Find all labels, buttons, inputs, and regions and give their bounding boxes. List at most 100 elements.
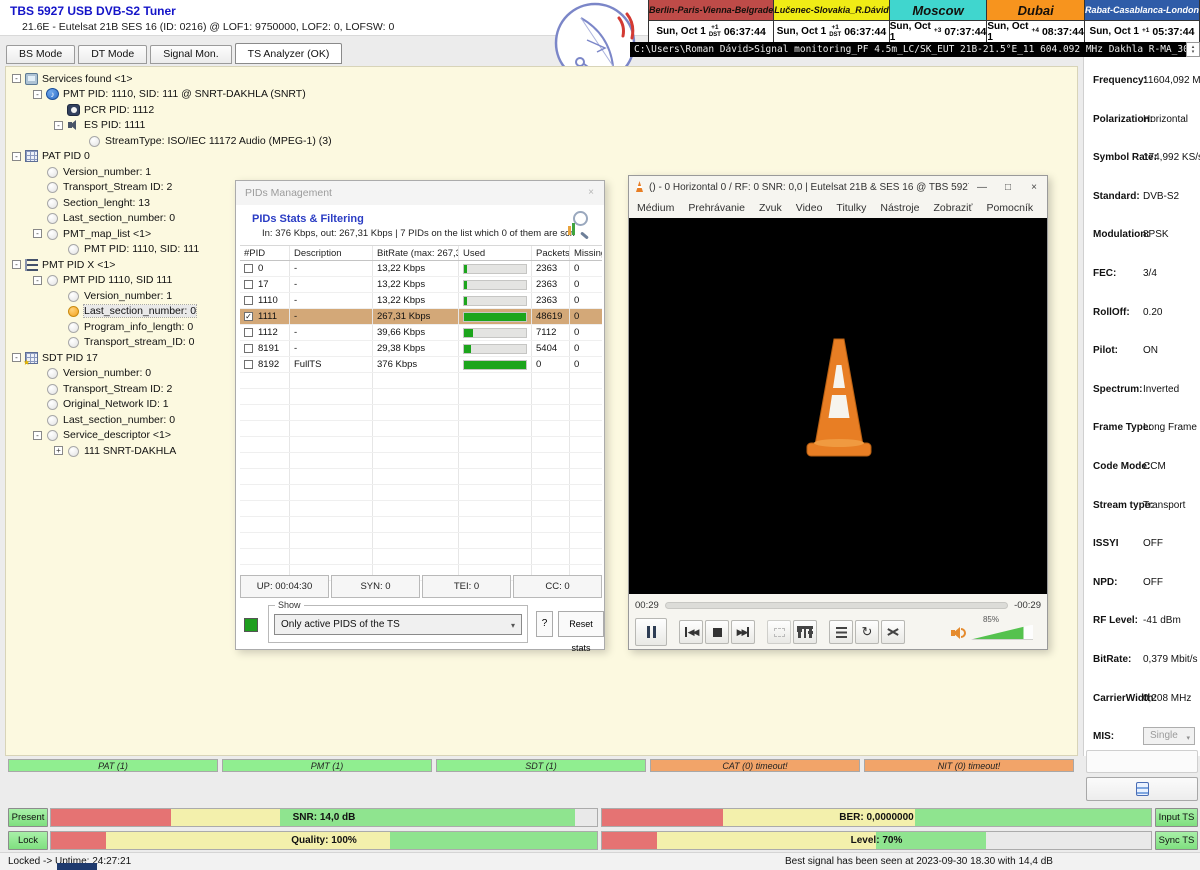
column-header-missing[interactable]: Missing [570, 246, 602, 260]
seek-slider[interactable] [665, 602, 1008, 609]
tree-item-label: Transport_Stream ID: 2 [63, 383, 172, 395]
pid-row[interactable]: 1112-39,66 Kbps71120 [240, 325, 602, 341]
tab-signal-mon[interactable]: Signal Mon. [150, 45, 231, 64]
tab-dt-mode[interactable]: DT Mode [78, 45, 147, 64]
expander-icon[interactable]: + [54, 446, 63, 455]
record-ts-button[interactable] [1086, 777, 1198, 801]
previous-button[interactable]: ◀◀ [679, 620, 703, 644]
expander-icon[interactable]: - [33, 90, 42, 99]
tree-item[interactable]: -Services found <1> [12, 71, 332, 87]
empty-cell [373, 389, 459, 404]
menu-zvuk[interactable]: Zvuk [759, 202, 782, 214]
tree-item[interactable]: PCR PID: 1112 [12, 102, 332, 118]
menu-titulky[interactable]: Titulky [836, 202, 866, 214]
terminal-scrollbar[interactable]: ▴▾ [1186, 42, 1200, 57]
pid-row-empty [240, 389, 602, 405]
vlc-video-area[interactable] [629, 218, 1047, 594]
param-label: MIS: [1093, 731, 1114, 742]
checkbox-checked-icon[interactable]: ✓ [244, 312, 253, 321]
empty-cell [459, 485, 532, 500]
menu-pomocn-k[interactable]: Pomocník [986, 202, 1033, 214]
psi-bar-nit: NIT (0) timeout! [864, 759, 1074, 772]
command-prompt[interactable]: C:\Users\Roman Dávid>Signal monitoring_P… [630, 42, 1186, 57]
close-icon[interactable]: × [1021, 182, 1047, 193]
expander-icon[interactable]: - [12, 353, 21, 362]
menu-n-stroje[interactable]: Nástroje [880, 202, 919, 214]
maximize-icon[interactable]: □ [995, 182, 1021, 193]
empty-cell [570, 453, 602, 468]
tree-item[interactable]: -ES PID: 1111 [12, 118, 332, 134]
menu-zobrazi[interactable]: Zobraziť [933, 202, 972, 214]
column-header-description[interactable]: Description [290, 246, 373, 260]
search-icon[interactable] [564, 211, 590, 239]
pids-window-title[interactable]: PIDs Management [236, 181, 604, 205]
next-button[interactable]: ▶▶ [731, 620, 755, 644]
audio-icon: ♪ [46, 88, 59, 100]
expander-icon[interactable]: - [12, 152, 21, 161]
tab-bs-mode[interactable]: BS Mode [6, 45, 75, 64]
column-header-pid[interactable]: #PID [240, 246, 290, 260]
present-button[interactable]: Present [8, 808, 48, 827]
pid-row[interactable]: 17-13,22 Kbps23630 [240, 277, 602, 293]
signal-bar-label: BER: 0,0000000 [602, 812, 1151, 823]
loop-button[interactable]: ↻ [855, 620, 879, 644]
expander-icon[interactable]: - [12, 260, 21, 269]
tab-ts-analyzer-ok[interactable]: TS Analyzer (OK) [235, 43, 343, 64]
sync-ts-button[interactable]: Sync TS [1155, 831, 1198, 850]
pid-row[interactable]: 0-13,22 Kbps23630 [240, 261, 602, 277]
column-header-used[interactable]: Used [459, 246, 532, 260]
volume-control[interactable]: 85% [951, 625, 1047, 640]
checkbox-icon[interactable] [244, 280, 253, 289]
pid-row[interactable]: 1110-13,22 Kbps23630 [240, 293, 602, 309]
tree-item[interactable]: -♪PMT PID: 1110, SID: 111 @ SNRT-DAKHLA … [12, 87, 332, 103]
column-header-packets[interactable]: Packets [532, 246, 570, 260]
close-icon[interactable]: × [582, 185, 600, 201]
pid-row[interactable]: 8192FullTS376 Kbps00 [240, 357, 602, 373]
empty-cell [570, 533, 602, 548]
pause-bar-icon [647, 626, 650, 638]
input-ts-button[interactable]: Input TS [1155, 808, 1198, 827]
volume-slider[interactable] [971, 625, 1033, 640]
empty-cell [290, 469, 373, 484]
checkbox-icon[interactable] [244, 296, 253, 305]
expander-icon[interactable]: - [33, 276, 42, 285]
description-cell: - [290, 261, 373, 276]
minimize-icon[interactable]: — [969, 182, 995, 193]
expander-icon[interactable]: - [12, 74, 21, 83]
menu-video[interactable]: Video [796, 202, 823, 214]
tree-item[interactable]: StreamType: ISO/IEC 11172 Audio (MPEG-1)… [12, 133, 332, 149]
checkbox-icon[interactable] [244, 360, 253, 369]
expander-icon[interactable]: - [33, 229, 42, 238]
vlc-titlebar[interactable]: () - 0 Horizontal 0 / RF: 0 SNR: 0,0 | E… [629, 176, 1047, 198]
scroll-down-icon[interactable]: ▾ [1192, 50, 1195, 55]
help-button[interactable]: ? [536, 611, 553, 637]
stop-button[interactable] [705, 620, 729, 644]
pause-button[interactable] [635, 618, 667, 646]
param-row-stream-type: Stream type:Transport [1084, 500, 1200, 514]
playlist-button[interactable] [829, 620, 853, 644]
mis-dropdown[interactable]: Single▾ [1143, 727, 1195, 745]
fullscreen-button[interactable] [767, 620, 791, 644]
empty-cell [373, 373, 459, 388]
tree-item[interactable]: -PAT PID 0 [12, 149, 332, 165]
menu-m-dium[interactable]: Médium [637, 202, 674, 214]
checkbox-icon[interactable] [244, 264, 253, 273]
shuffle-button[interactable] [881, 620, 905, 644]
checkbox-icon[interactable] [244, 328, 253, 337]
dot-icon [46, 429, 59, 441]
dot-icon [46, 367, 59, 379]
expander-icon[interactable]: - [54, 121, 63, 130]
reset-stats-button[interactable]: Reset stats [558, 611, 604, 637]
menu-prehr-vanie[interactable]: Prehrávanie [688, 202, 745, 214]
checkbox-icon[interactable] [244, 344, 253, 353]
clock-date: Sun, Oct 1 [890, 21, 931, 43]
pid-row[interactable]: ✓1111-267,31 Kbps486190 [240, 309, 602, 325]
pid-row[interactable]: 8191-29,38 Kbps54040 [240, 341, 602, 357]
lock-button[interactable]: Lock [8, 831, 48, 850]
equalizer-button[interactable] [793, 620, 817, 644]
show-filter-dropdown[interactable]: Only active PIDS of the TS▾ [274, 614, 522, 635]
column-header-bitrate-max-267-31-kb[interactable]: BitRate (max: 267,31 Kb... [373, 246, 459, 260]
clock-offset: +4 [1032, 28, 1039, 35]
expander-icon[interactable]: - [33, 431, 42, 440]
tree-item[interactable]: Version_number: 1 [12, 164, 332, 180]
